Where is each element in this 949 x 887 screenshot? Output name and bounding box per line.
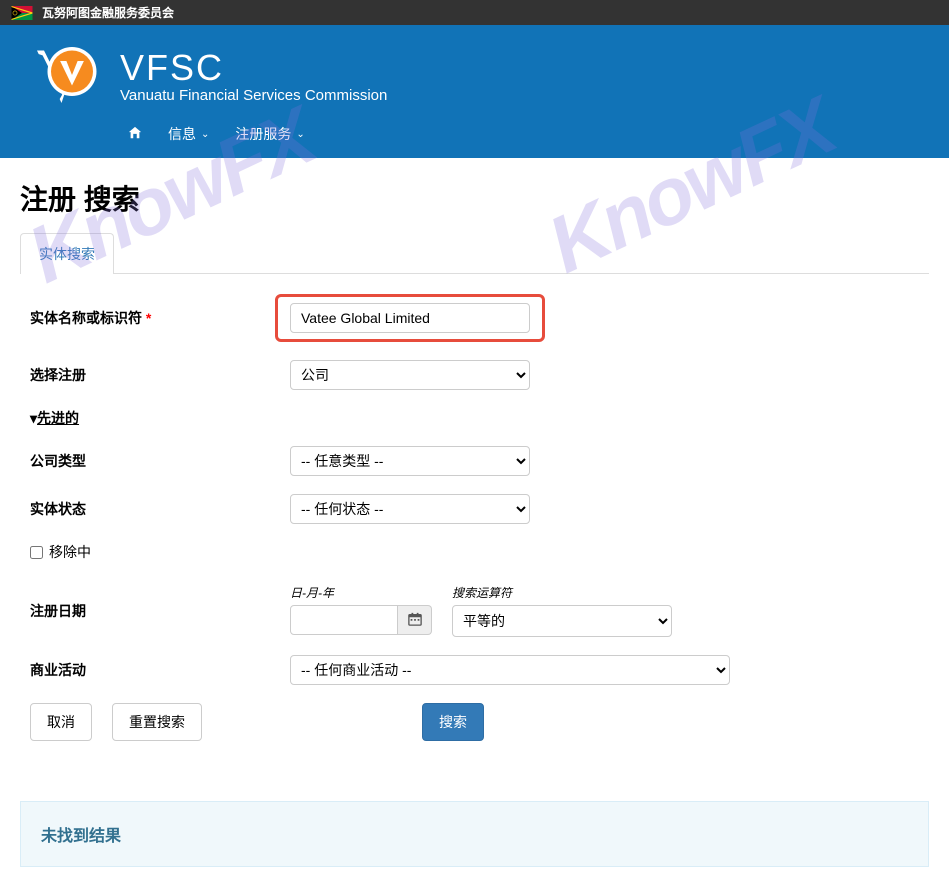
operator-select[interactable]: 平等的 xyxy=(452,605,672,637)
logo xyxy=(30,40,100,110)
removing-label: 移除中 xyxy=(49,542,91,562)
home-icon xyxy=(128,126,142,143)
calendar-button[interactable] xyxy=(398,605,432,635)
no-results-message: 未找到结果 xyxy=(20,801,929,867)
org-name: 瓦努阿图金融服务委员会 xyxy=(42,4,174,21)
page-title: 注册 搜索 xyxy=(20,178,929,218)
chevron-down-icon: ⌄ xyxy=(201,129,209,140)
entity-name-label: 实体名称或标识符 * xyxy=(30,308,290,328)
chevron-down-icon: ⌄ xyxy=(296,129,304,140)
nav-info[interactable]: 信息 ⌄ xyxy=(160,120,217,148)
select-registration-label: 选择注册 xyxy=(30,365,290,385)
reg-date-input[interactable] xyxy=(290,605,398,635)
entity-name-input[interactable] xyxy=(290,303,530,333)
header: VFSC Vanuatu Financial Services Commissi… xyxy=(0,25,949,158)
company-type-select[interactable]: -- 任意类型 -- xyxy=(290,446,530,476)
header-subtitle: Vanuatu Financial Services Commission xyxy=(120,87,919,104)
highlight-annotation xyxy=(275,294,545,342)
flag-icon xyxy=(10,6,34,20)
advanced-toggle[interactable]: 先进的 xyxy=(30,408,919,428)
tabs: 实体搜索 xyxy=(20,233,929,274)
business-activity-select[interactable]: -- 任何商业活动 -- xyxy=(290,655,730,685)
date-format-label: 日-月-年 xyxy=(290,584,432,601)
nav: 信息 ⌄ 注册服务 ⌄ xyxy=(120,120,919,158)
calendar-icon xyxy=(408,612,422,629)
header-title: VFSC xyxy=(120,47,919,89)
select-registration[interactable]: 公司 xyxy=(290,360,530,390)
reg-date-label: 注册日期 xyxy=(30,601,290,621)
removing-checkbox[interactable] xyxy=(30,546,43,559)
operator-label: 搜索运算符 xyxy=(452,584,672,601)
nav-home[interactable] xyxy=(120,122,150,147)
business-activity-label: 商业活动 xyxy=(30,660,290,680)
nav-register-services[interactable]: 注册服务 ⌄ xyxy=(227,120,312,148)
entity-status-label: 实体状态 xyxy=(30,499,290,519)
top-bar: 瓦努阿图金融服务委员会 xyxy=(0,0,949,25)
entity-status-select[interactable]: -- 任何状态 -- xyxy=(290,494,530,524)
cancel-button[interactable]: 取消 xyxy=(30,703,92,741)
reset-button[interactable]: 重置搜索 xyxy=(112,703,202,741)
nav-register-services-label: 注册服务 xyxy=(235,124,291,144)
nav-info-label: 信息 xyxy=(168,124,196,144)
search-button[interactable]: 搜索 xyxy=(422,703,484,741)
tab-entity-search[interactable]: 实体搜索 xyxy=(20,233,114,274)
company-type-label: 公司类型 xyxy=(30,451,290,471)
